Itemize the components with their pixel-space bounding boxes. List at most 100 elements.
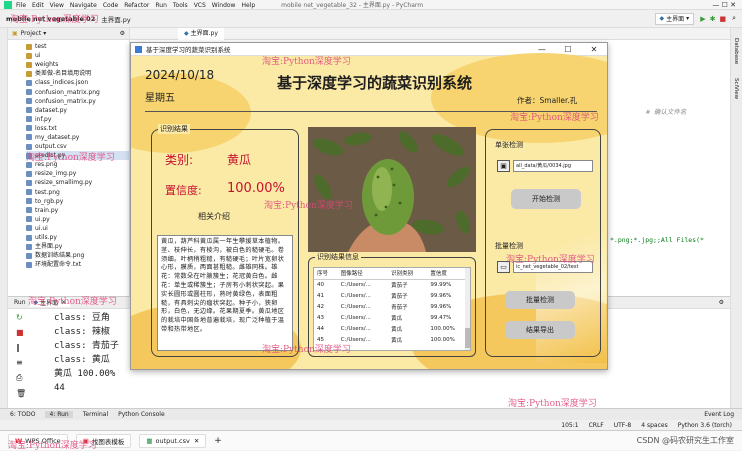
stop-icon[interactable]: ■ bbox=[719, 15, 726, 23]
settings-icon[interactable]: ⚙ bbox=[719, 299, 724, 306]
tree-item[interactable]: 环境配置命令.txt bbox=[26, 260, 129, 269]
soft-wrap-icon[interactable]: ≡ bbox=[16, 358, 26, 367]
tree-item[interactable]: predict.py bbox=[26, 151, 129, 161]
table-header-cell[interactable]: 序号 bbox=[314, 268, 338, 280]
taskbar-tab-wps[interactable]: W WPS Office bbox=[8, 433, 68, 448]
run-tab[interactable]: ◆ 主界面 ✕ bbox=[29, 298, 71, 307]
close-icon[interactable]: ✕ bbox=[194, 437, 199, 445]
tree-item[interactable]: confusion_matrix.py bbox=[26, 97, 129, 106]
tree-item[interactable]: to_rgb.py bbox=[26, 197, 129, 206]
menu-item-file[interactable]: File bbox=[16, 2, 26, 9]
table-row[interactable]: 40 C:/Users/... 黄茄子 99.99% bbox=[314, 279, 470, 290]
tab-todo[interactable]: 6: TODO bbox=[10, 411, 35, 418]
debug-icon[interactable]: ✱ bbox=[710, 15, 716, 23]
menu-item-window[interactable]: Window bbox=[212, 2, 236, 9]
tree-item[interactable]: dataset.py bbox=[26, 106, 129, 115]
tree-item[interactable]: 数据训练结果.png bbox=[26, 251, 129, 260]
menu-item-view[interactable]: View bbox=[50, 2, 64, 9]
table-header-cell[interactable]: 图像路径 bbox=[337, 268, 389, 280]
tree-item[interactable]: loss.txt bbox=[26, 124, 129, 133]
event-log[interactable]: Event Log bbox=[704, 411, 734, 418]
tree-item[interactable]: my_dataset.py bbox=[26, 133, 129, 142]
table-scroll-thumb[interactable] bbox=[465, 328, 470, 348]
maximize-button[interactable]: ☐ bbox=[555, 45, 581, 54]
tree-item[interactable]: ui bbox=[26, 51, 129, 60]
project-header-label[interactable]: Project bbox=[21, 30, 42, 37]
single-path-field[interactable]: all_data/黄瓜/0034.jpg bbox=[513, 160, 593, 172]
intro-textbox[interactable]: 黄瓜，葫芦科黄瓜属一年生攀援草本植物。茎、枝伸长，有棱沟，被白色的糙硬毛。卷须细… bbox=[157, 235, 293, 351]
left-tool-strip bbox=[0, 28, 8, 408]
status-position[interactable]: 105:1 bbox=[561, 422, 578, 429]
batch-path-field[interactable]: ic_net_vegetable_02/test bbox=[513, 261, 593, 273]
tree-item[interactable]: resize_img.py bbox=[26, 169, 129, 178]
print-icon[interactable]: ⎙ bbox=[16, 373, 26, 383]
menu-item-code[interactable]: Code bbox=[103, 2, 118, 9]
breadcrumb-file[interactable]: 主界面.py bbox=[101, 14, 131, 24]
table-header-cell[interactable]: 识别类别 bbox=[388, 268, 428, 280]
tree-item[interactable]: confusion_matrix.png bbox=[26, 87, 129, 96]
table-scrollbar[interactable] bbox=[465, 268, 470, 350]
tab-run[interactable]: 4: Run bbox=[45, 411, 73, 418]
table-row[interactable]: 44 C:/Users/... 黄瓜 100.00% bbox=[314, 323, 470, 334]
result-table-container[interactable]: 序号 图像路径 识别类别 置信度 40 C:/Users/... 黄茄子 99.99% 41 C… bbox=[313, 267, 471, 351]
taskbar-tab-csv[interactable]: ▦ output.csv ✕ bbox=[139, 433, 207, 448]
status-line-sep[interactable]: CRLF bbox=[589, 422, 604, 429]
tree-item[interactable]: weights bbox=[26, 60, 129, 69]
menu-item-vcs[interactable]: VCS bbox=[194, 2, 206, 9]
close-button[interactable]: ✕ bbox=[581, 45, 607, 54]
right-strip-database[interactable]: Database bbox=[733, 38, 739, 64]
table-cell: C:/Users/... bbox=[340, 336, 371, 343]
right-strip-sciview[interactable]: SciView bbox=[733, 78, 739, 99]
tab-python-console[interactable]: Python Console bbox=[118, 411, 165, 418]
tree-item[interactable]: train.py bbox=[26, 206, 129, 215]
chevron-down-icon[interactable]: ▾ bbox=[43, 30, 46, 37]
tab-terminal[interactable]: Terminal bbox=[83, 411, 108, 418]
batch-detect-button[interactable]: 批量检测 bbox=[505, 291, 575, 309]
tree-item[interactable]: ui.ui bbox=[26, 224, 129, 233]
folder-icon[interactable]: ▭ bbox=[497, 261, 510, 273]
menu-item-help[interactable]: Help bbox=[241, 2, 255, 9]
trash-icon[interactable]: 🗑 bbox=[16, 389, 26, 398]
image-file-icon[interactable]: ▣ bbox=[497, 160, 510, 172]
table-row[interactable]: 41 C:/Users/... 黄茄子 99.96% bbox=[314, 290, 470, 301]
window-controls[interactable]: — ☐ ✕ bbox=[712, 1, 736, 9]
menu-item-refactor[interactable]: Refactor bbox=[124, 2, 149, 9]
start-detect-button[interactable]: 开始检测 bbox=[511, 189, 581, 209]
editor-tab[interactable]: ◆ 主界面.py bbox=[178, 27, 224, 40]
export-results-button[interactable]: 结果导出 bbox=[505, 321, 575, 339]
tree-item[interactable]: output.csv bbox=[26, 142, 129, 151]
tree-item[interactable]: inf.py bbox=[26, 115, 129, 124]
pause-icon[interactable]: ‖ bbox=[16, 343, 26, 352]
table-row[interactable]: 42 C:/Users/... 青茄子 99.96% bbox=[314, 301, 470, 312]
tree-item[interactable]: utils.py bbox=[26, 233, 129, 242]
run-icon[interactable]: ▶ bbox=[700, 15, 705, 23]
stop-icon[interactable]: ■ bbox=[16, 328, 26, 337]
menu-item-tools[interactable]: Tools bbox=[173, 2, 188, 9]
tree-item[interactable]: 主界面.py bbox=[26, 242, 129, 251]
table-header-cell[interactable]: 置信度 bbox=[427, 268, 470, 280]
tree-item[interactable]: test.png bbox=[26, 188, 129, 197]
table-row[interactable]: 43 C:/Users/... 黄瓜 99.47% bbox=[314, 312, 470, 323]
status-encoding[interactable]: UTF-8 bbox=[614, 422, 632, 429]
tree-item[interactable]: test bbox=[26, 42, 129, 51]
tree-item[interactable]: class_indices.json bbox=[26, 78, 129, 87]
table-row[interactable]: 45 C:/Users/... 黄瓜 100.00% bbox=[314, 334, 470, 345]
search-icon[interactable]: ⌕ bbox=[732, 14, 736, 23]
menu-item-run[interactable]: Run bbox=[155, 2, 167, 9]
settings-icon[interactable]: ⚙ bbox=[120, 30, 125, 37]
rerun-icon[interactable]: ↻ bbox=[16, 313, 26, 322]
status-indent[interactable]: 4 spaces bbox=[641, 422, 667, 429]
tree-item[interactable]: ui.py bbox=[26, 215, 129, 224]
tree-item[interactable]: 类差做-名目填用说明 bbox=[26, 69, 129, 78]
tree-item[interactable]: res.png bbox=[26, 160, 129, 169]
run-config-dropdown[interactable]: ◆ 主界面 ▾ bbox=[654, 12, 695, 25]
breadcrumb[interactable]: mobile net vegetable 02 bbox=[6, 15, 95, 23]
menu-item-navigate[interactable]: Navigate bbox=[70, 2, 97, 9]
menu-item-edit[interactable]: Edit bbox=[32, 2, 44, 9]
close-icon[interactable]: ✕ bbox=[61, 299, 66, 306]
status-interpreter[interactable]: Python 3.6 (torch) bbox=[678, 422, 732, 429]
add-tab-icon[interactable]: + bbox=[214, 436, 222, 446]
tree-item[interactable]: resize_smallimg.py bbox=[26, 178, 129, 187]
taskbar-tab-template[interactable]: ▣ 找图表模板 bbox=[75, 433, 132, 448]
table-cell: 43 bbox=[317, 314, 324, 321]
